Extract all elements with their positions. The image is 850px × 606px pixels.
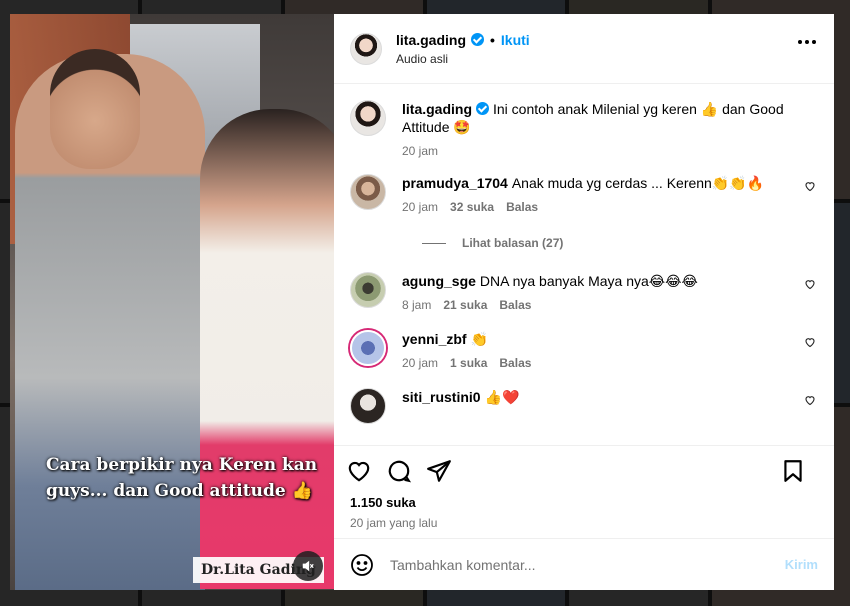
post-modal: Cara berpikir nya Keren kan guys... dan … (10, 14, 834, 590)
caption-time[interactable]: 20 jam (402, 144, 438, 158)
like-comment-heart-icon[interactable] (804, 394, 816, 406)
commenter-avatar[interactable] (350, 272, 386, 308)
comment-time[interactable]: 20 jam (402, 200, 438, 214)
like-heart-icon[interactable] (346, 458, 372, 484)
commenter-avatar-with-story-ring[interactable] (350, 330, 386, 366)
author-username[interactable]: lita.gading (396, 32, 466, 48)
likes-count[interactable]: 1.150 suka (334, 495, 834, 510)
verified-badge-icon (471, 33, 484, 46)
author-avatar[interactable] (350, 32, 382, 65)
follow-button[interactable]: Ikuti (501, 32, 530, 48)
more-options-icon[interactable] (798, 40, 816, 44)
post-caption: lita.gading Ini contoh anak Milenial yg k… (350, 100, 818, 158)
post-video[interactable]: Cara berpikir nya Keren kan guys... dan … (10, 14, 334, 590)
post-header: lita.gading • Ikuti Audio asli (334, 14, 834, 84)
caption-username[interactable]: lita.gading (402, 101, 472, 117)
video-person-left (15, 49, 205, 590)
post-comment-button[interactable]: Kirim (785, 557, 818, 572)
like-comment-heart-icon[interactable] (804, 336, 816, 348)
post-details-panel: lita.gading • Ikuti Audio asli lita.gadi… (334, 14, 834, 590)
reply-button[interactable]: Balas (499, 298, 531, 312)
comment-item: agung_sge DNA nya banyak Maya nya😂😂😂 8 ja… (350, 272, 818, 312)
audio-label[interactable]: Audio asli (396, 52, 530, 66)
comment-username[interactable]: agung_sge (402, 273, 476, 289)
speaker-muted-icon (302, 560, 314, 572)
emoji-smiley-icon[interactable] (350, 553, 374, 577)
comment-likes[interactable]: 1 suka (450, 356, 487, 370)
share-send-icon[interactable] (426, 458, 452, 484)
comment-username[interactable]: pramudya_1704 (402, 175, 508, 191)
comment-item: pramudya_1704 Anak muda yg cerdas ... Ker… (350, 174, 818, 214)
add-comment-input[interactable] (390, 556, 785, 573)
commenter-avatar[interactable] (350, 388, 386, 424)
caption-author-avatar[interactable] (350, 100, 386, 136)
like-comment-heart-icon[interactable] (804, 278, 816, 290)
comment-bubble-icon[interactable] (386, 458, 412, 484)
view-replies-button[interactable]: Lihat balasan (27) (422, 236, 818, 250)
video-person-right (200, 109, 334, 589)
add-comment-bar: Kirim (334, 538, 834, 590)
verified-badge-icon (476, 102, 489, 115)
comment-item: siti_rustini0 👍❤️ (350, 388, 818, 424)
comment-time[interactable]: 20 jam (402, 356, 438, 370)
comment-likes[interactable]: 32 suka (450, 200, 494, 214)
save-bookmark-icon[interactable] (780, 458, 806, 484)
mute-button[interactable] (293, 551, 323, 581)
post-time-ago[interactable]: 20 jam yang lalu (334, 510, 834, 530)
video-caption-overlay: Cara berpikir nya Keren kan guys... dan … (46, 455, 318, 501)
comment-username[interactable]: yenni_zbf (402, 331, 467, 347)
comment-username[interactable]: siti_rustini0 (402, 389, 481, 405)
reply-button[interactable]: Balas (506, 200, 538, 214)
commenter-avatar[interactable] (350, 174, 386, 210)
comment-time[interactable]: 8 jam (402, 298, 431, 312)
comment-text: Anak muda yg cerdas ... Kerenn👏👏🔥 (511, 175, 765, 191)
post-actions-bar (334, 445, 834, 495)
reply-button[interactable]: Balas (499, 356, 531, 370)
like-comment-heart-icon[interactable] (804, 180, 816, 192)
comment-text: 👍❤️ (484, 389, 520, 405)
comment-text: 👏 (470, 331, 489, 347)
comments-list[interactable]: lita.gading Ini contoh anak Milenial yg k… (334, 84, 834, 445)
comment-text: DNA nya banyak Maya nya😂😂😂 (479, 273, 698, 289)
comment-likes[interactable]: 21 suka (443, 298, 487, 312)
comment-item: yenni_zbf 👏 20 jam 1 suka Balas (350, 330, 818, 370)
separator-dot: • (490, 31, 495, 48)
